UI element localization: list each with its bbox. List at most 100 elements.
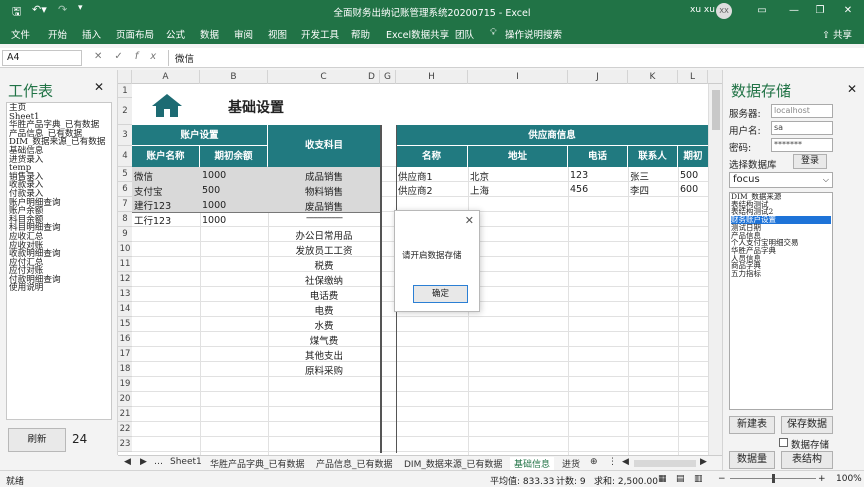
sheet-tab[interactable]: 产品信息_已有数据 bbox=[316, 457, 393, 470]
sheet-list-item[interactable]: 使用说明 bbox=[9, 284, 109, 293]
refresh-button[interactable]: 刷新 bbox=[8, 428, 66, 452]
tab-file[interactable]: 文件 bbox=[11, 27, 30, 41]
data-storage-checkbox[interactable] bbox=[779, 438, 788, 447]
supplier-phone[interactable]: 123 bbox=[570, 170, 588, 181]
sheet-tab[interactable]: Sheet1 bbox=[170, 457, 202, 467]
avatar[interactable]: XX bbox=[716, 3, 732, 19]
tab-home[interactable]: 开始 bbox=[48, 27, 67, 41]
row-header[interactable]: 13 bbox=[118, 287, 132, 302]
subject-cell[interactable]: 电话费 bbox=[268, 288, 380, 302]
horizontal-scrollbar[interactable] bbox=[634, 460, 696, 467]
row-header[interactable]: 17 bbox=[118, 347, 132, 362]
subject-cell[interactable]: 废品销售 bbox=[268, 199, 380, 213]
enter-icon[interactable]: ✓ bbox=[114, 51, 134, 62]
row-header[interactable]: 21 bbox=[118, 407, 132, 422]
row-header[interactable]: 23 bbox=[118, 437, 132, 452]
row-header[interactable]: 3 bbox=[118, 125, 132, 146]
insert-function-icon[interactable]: fx bbox=[135, 51, 168, 62]
scroll-tabs-left-icon[interactable]: ◀ bbox=[124, 457, 131, 467]
column-header[interactable]: K bbox=[628, 70, 678, 84]
scroll-right-icon[interactable]: ▶ bbox=[700, 457, 707, 467]
ribbon-display-icon[interactable]: ▭ bbox=[752, 3, 772, 19]
sheet-tab[interactable]: 华胜产品字典_已有数据 bbox=[210, 457, 305, 470]
password-input[interactable]: ******* bbox=[771, 138, 833, 152]
select-all-corner[interactable] bbox=[118, 70, 132, 84]
scroll-left-icon[interactable]: ◀ bbox=[622, 457, 629, 467]
tabs-separator-icon[interactable]: ⋮ bbox=[608, 457, 617, 467]
subject-cell[interactable]: ---------------- bbox=[268, 213, 380, 223]
scroll-tabs-right-icon[interactable]: ▶ bbox=[140, 457, 147, 467]
supplier-initial[interactable]: 500 bbox=[680, 170, 698, 181]
subject-cell[interactable]: 原料采购 bbox=[268, 363, 380, 377]
row-header[interactable]: 2 bbox=[118, 98, 132, 125]
table-list-item[interactable]: 五力指标 bbox=[731, 270, 831, 278]
row-header[interactable]: 16 bbox=[118, 332, 132, 347]
page-layout-view-icon[interactable]: ▤ bbox=[676, 474, 685, 484]
column-header[interactable]: G bbox=[380, 70, 396, 84]
new-table-button[interactable]: 新建表 bbox=[729, 416, 775, 434]
supplier-initial[interactable]: 600 bbox=[680, 184, 698, 195]
zoom-out-icon[interactable]: − bbox=[718, 474, 726, 484]
zoom-in-icon[interactable]: + bbox=[818, 474, 826, 484]
home-icon[interactable] bbox=[150, 92, 184, 118]
sheet-list[interactable]: 主页 Sheet1 华胜产品字典_已有数据 产品信息_已有数据 DIM_数据来源_已有数… bbox=[6, 102, 112, 420]
row-header[interactable]: 19 bbox=[118, 377, 132, 392]
tab-team[interactable]: 团队 bbox=[455, 27, 474, 41]
ok-button[interactable]: 确定 bbox=[413, 285, 468, 303]
subject-cell[interactable]: 发放员工工资 bbox=[268, 243, 380, 257]
tab-excel-data-share[interactable]: Excel数据共享 bbox=[386, 27, 449, 41]
row-header[interactable]: 18 bbox=[118, 362, 132, 377]
tab-view[interactable]: 视图 bbox=[268, 27, 287, 41]
column-header[interactable]: D bbox=[364, 70, 380, 84]
more-tabs-icon[interactable]: … bbox=[154, 457, 163, 467]
restore-icon[interactable]: ❐ bbox=[810, 3, 830, 19]
subject-cell[interactable]: 煤气费 bbox=[268, 333, 380, 347]
subject-cell[interactable]: 税费 bbox=[268, 258, 380, 272]
supplier-phone[interactable]: 456 bbox=[570, 184, 588, 195]
tab-help[interactable]: 帮助 bbox=[351, 27, 370, 41]
sheet-tab[interactable]: DIM_数据来源_已有数据 bbox=[404, 457, 502, 470]
subject-cell[interactable]: 成品销售 bbox=[268, 169, 380, 183]
scrollbar-thumb[interactable] bbox=[712, 90, 720, 130]
row-header[interactable]: 1 bbox=[118, 84, 132, 98]
tab-data[interactable]: 数据 bbox=[200, 27, 219, 41]
login-button[interactable]: 登录 bbox=[793, 154, 827, 169]
tab-page-layout[interactable]: 页面布局 bbox=[116, 27, 154, 41]
data-count-button[interactable]: 数据量 bbox=[729, 451, 775, 469]
row-header[interactable]: 22 bbox=[118, 422, 132, 437]
tab-formulas[interactable]: 公式 bbox=[166, 27, 185, 41]
close-icon[interactable]: ✕ bbox=[847, 82, 857, 96]
account-balance[interactable]: 1000 bbox=[202, 200, 226, 211]
database-dropdown[interactable]: focus ⌵ bbox=[729, 172, 833, 188]
row-header[interactable]: 20 bbox=[118, 392, 132, 407]
row-header[interactable]: 12 bbox=[118, 272, 132, 287]
tab-review[interactable]: 审阅 bbox=[234, 27, 253, 41]
column-header[interactable]: J bbox=[568, 70, 628, 84]
tell-me-search[interactable]: 操作说明搜索 bbox=[505, 27, 562, 41]
account-balance[interactable]: 1000 bbox=[202, 170, 226, 181]
sheet-tab[interactable]: 进货 bbox=[562, 457, 580, 470]
row-header[interactable]: 4 bbox=[118, 146, 132, 167]
server-input[interactable]: localhost bbox=[771, 104, 833, 118]
account-name[interactable]: 支付宝 bbox=[134, 184, 163, 198]
supplier-name[interactable]: 供应商2 bbox=[398, 183, 433, 197]
subject-cell[interactable]: 其他支出 bbox=[268, 348, 380, 362]
subject-cell[interactable]: 电费 bbox=[268, 303, 380, 317]
cancel-icon[interactable]: ✕ bbox=[94, 51, 114, 62]
tab-insert[interactable]: 插入 bbox=[82, 27, 101, 41]
new-sheet-icon[interactable]: ⊕ bbox=[590, 457, 598, 467]
row-header[interactable]: 7 bbox=[118, 197, 132, 212]
zoom-slider-thumb[interactable] bbox=[772, 474, 775, 483]
row-header[interactable]: 9 bbox=[118, 227, 132, 242]
name-box[interactable]: A4 bbox=[2, 50, 82, 66]
row-header[interactable]: 15 bbox=[118, 317, 132, 332]
column-header[interactable]: H bbox=[396, 70, 468, 84]
subject-cell[interactable]: 物料销售 bbox=[268, 184, 380, 198]
close-icon[interactable]: ✕ bbox=[838, 3, 858, 19]
normal-view-icon[interactable]: ▦ bbox=[658, 474, 667, 484]
close-icon[interactable]: ✕ bbox=[465, 214, 474, 227]
supplier-contact[interactable]: 张三 bbox=[630, 169, 649, 183]
row-header[interactable]: 6 bbox=[118, 182, 132, 197]
minimize-icon[interactable]: — bbox=[784, 3, 804, 19]
row-header[interactable]: 10 bbox=[118, 242, 132, 257]
